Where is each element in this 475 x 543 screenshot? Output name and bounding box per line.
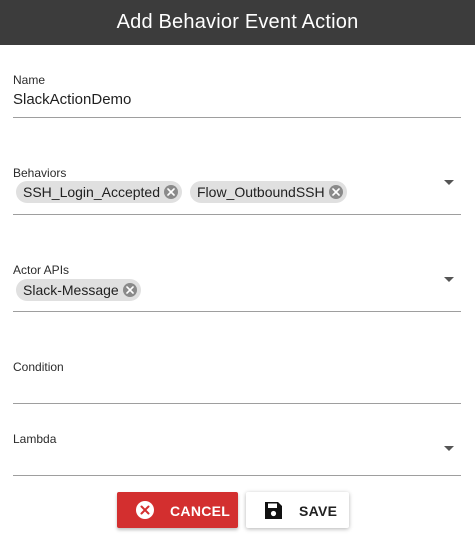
actor-api-chip[interactable]: Slack-Message: [16, 279, 141, 301]
actor-apis-underline: [13, 311, 461, 312]
actor-apis-label: Actor APIs: [13, 263, 70, 277]
behaviors-label: Behaviors: [13, 166, 67, 180]
behavior-chip[interactable]: SSH_Login_Accepted: [16, 181, 182, 203]
chip-remove-icon[interactable]: [122, 283, 137, 297]
save-button[interactable]: SAVE: [246, 492, 349, 528]
cancel-circle-icon: [136, 501, 154, 519]
save-button-label: SAVE: [299, 503, 338, 519]
behavior-chip[interactable]: Flow_OutboundSSH: [190, 181, 347, 203]
floppy-disk-icon: [264, 501, 283, 520]
lambda-select[interactable]: Lambda: [13, 432, 461, 478]
lambda-underline: [13, 475, 461, 476]
chip-remove-icon[interactable]: [328, 185, 343, 199]
name-input-value[interactable]: SlackActionDemo: [13, 91, 131, 108]
arrow-drop-down-icon[interactable]: [444, 277, 454, 282]
name-field[interactable]: Name SlackActionDemo: [13, 73, 461, 119]
condition-label: Condition: [13, 360, 64, 374]
condition-field[interactable]: Condition: [13, 360, 461, 406]
arrow-drop-down-icon[interactable]: [444, 180, 454, 185]
behaviors-select[interactable]: Behaviors SSH_Login_Accepted Flow_Outbou…: [13, 166, 461, 216]
actor-api-chip-label: Slack-Message: [23, 282, 119, 298]
lambda-label: Lambda: [13, 432, 57, 446]
dialog-title-bar: Add Behavior Event Action: [0, 0, 475, 45]
chip-remove-icon[interactable]: [164, 185, 178, 199]
cancel-button[interactable]: CANCEL: [117, 492, 238, 528]
behaviors-underline: [13, 214, 461, 215]
behavior-chip-label: Flow_OutboundSSH: [197, 184, 325, 200]
arrow-drop-down-icon[interactable]: [444, 446, 454, 451]
behavior-chip-label: SSH_Login_Accepted: [23, 184, 160, 200]
cancel-button-label: CANCEL: [170, 503, 231, 519]
name-underline: [13, 117, 461, 118]
actor-apis-chip-list: Slack-Message: [16, 279, 141, 301]
name-label: Name: [13, 73, 46, 87]
dialog-title: Add Behavior Event Action: [116, 11, 359, 33]
condition-underline: [13, 403, 461, 404]
behaviors-chip-list: SSH_Login_Accepted Flow_OutboundSSH: [16, 181, 347, 203]
actor-apis-select[interactable]: Actor APIs Slack-Message: [13, 263, 461, 313]
